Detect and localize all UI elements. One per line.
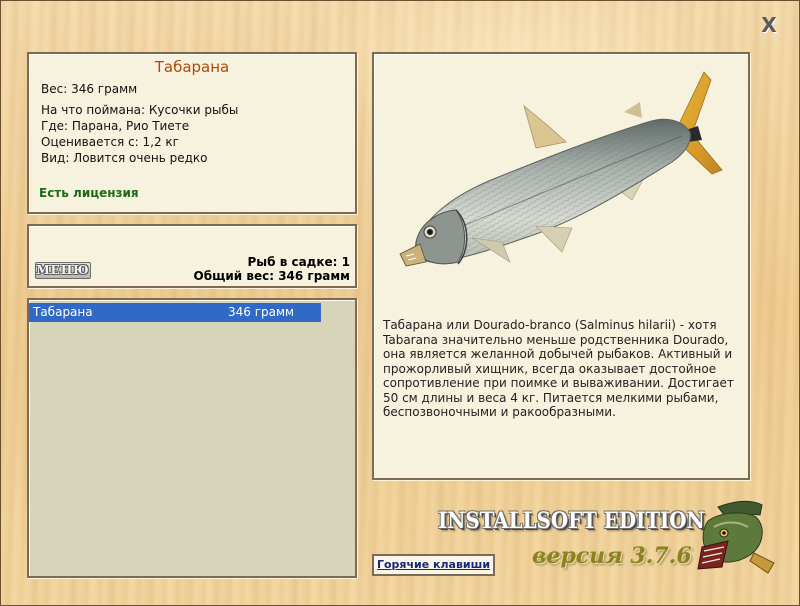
fish-description: Табарана или Dourado-branco (Salminus hi… <box>383 318 734 419</box>
cage-panel: МЕНЮ Рыб в садке: 1 Общий вес: 346 грамм <box>27 224 357 288</box>
hotkeys-button[interactable]: Горячие клавиши <box>372 554 495 576</box>
fish-bait: На что поймана: Кусочки рыбы <box>41 103 239 117</box>
version-label: версия 3.7.6 <box>532 543 692 569</box>
fish-weight: Вес: 346 грамм <box>41 82 138 96</box>
fish-valued: Оценивается с: 1,2 кг <box>41 135 179 149</box>
pike-logo <box>697 500 775 574</box>
close-icon[interactable]: X <box>759 15 779 35</box>
menu-button[interactable]: МЕНЮ <box>35 262 91 279</box>
list-item-weight: 346 грамм <box>228 305 295 319</box>
edition-title: INSTALLSOFT EDITION <box>438 508 705 534</box>
fish-location: Где: Парана, Рио Тиете <box>41 119 190 133</box>
cage-total-weight: Общий вес: 346 грамм <box>193 269 350 283</box>
catch-list-panel[interactable]: Табарана 346 грамм <box>27 298 357 578</box>
license-status: Есть лицензия <box>39 186 139 200</box>
fish-kind: Вид: Ловится очень редко <box>41 151 208 165</box>
list-item-name: Табарана <box>33 305 93 319</box>
fish-name-title: Табарана <box>154 58 230 76</box>
fish-info-panel: Табарана Вес: 346 грамм На что поймана: … <box>27 52 357 214</box>
list-item[interactable]: Табарана 346 грамм <box>29 303 321 322</box>
cage-fish-count: Рыб в садке: 1 <box>247 255 351 269</box>
fish-photo-panel: Табарана или Dourado-branco (Salminus hi… <box>372 52 750 480</box>
tabarana-fish-image <box>399 71 723 267</box>
